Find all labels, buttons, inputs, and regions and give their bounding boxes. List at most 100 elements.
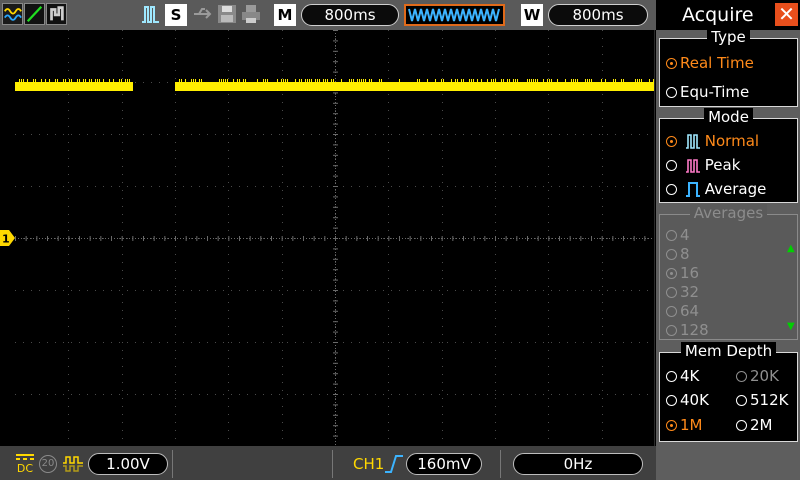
radio-icon [736, 371, 747, 382]
rising-edge-icon[interactable] [384, 453, 404, 475]
averages-option-8: 8 [666, 245, 690, 263]
close-icon: ✕ [778, 2, 795, 26]
trace-noise [601, 79, 602, 82]
trace-noise [419, 79, 420, 82]
print-icon[interactable] [240, 3, 262, 25]
mem-depth-option-4k[interactable]: 4K [666, 367, 699, 385]
close-button[interactable]: ✕ [775, 3, 798, 26]
trace-noise [549, 79, 550, 82]
mode-option-normal[interactable]: Normal [666, 132, 759, 150]
trace-noise [325, 79, 326, 82]
mode-option-average[interactable]: Average [666, 180, 766, 198]
window-timebase-value[interactable]: 800ms [548, 4, 648, 26]
trace-noise [237, 79, 238, 82]
trace-noise [35, 79, 36, 82]
trace-noise [653, 79, 654, 82]
trace-noise [615, 79, 616, 82]
window-timebase-badge: W [521, 4, 543, 26]
trace-noise [41, 79, 42, 82]
mem-depth-option-40k[interactable]: 40K [666, 391, 709, 409]
trace-noise [33, 79, 34, 82]
mode-group[interactable]: Mode Normal Peak Average [659, 108, 798, 203]
coupling-indicator[interactable]: DC [15, 452, 35, 476]
trace-noise [85, 79, 86, 82]
type-option-equ-time[interactable]: Equ-Time [666, 83, 749, 101]
peak-mode-icon [685, 159, 700, 173]
trace-noise [361, 79, 362, 82]
waveform-display[interactable] [15, 30, 655, 446]
trace-noise [477, 79, 478, 82]
trace-noise [99, 79, 100, 82]
trace-noise [119, 79, 120, 82]
radio-icon [666, 230, 677, 241]
usb-icon [192, 3, 214, 25]
ch1-level-marker[interactable]: 1 [0, 230, 15, 246]
trace-noise [181, 79, 182, 82]
trace-noise [95, 79, 96, 82]
trace-noise [311, 79, 312, 82]
trace-noise [299, 79, 300, 82]
trace-noise [517, 79, 518, 82]
averages-option-4: 4 [666, 226, 690, 244]
trace-noise [435, 79, 436, 82]
trace-segment [15, 82, 133, 91]
mem-depth-group[interactable]: Mem Depth 4K 20K 40K 512K 1M 2M [659, 342, 798, 442]
trace-noise [565, 79, 566, 82]
trace-noise [227, 79, 228, 82]
trace-noise [69, 79, 70, 82]
divider [172, 450, 173, 478]
trace-noise [79, 79, 80, 82]
trace-noise [351, 79, 352, 82]
divider [332, 450, 333, 478]
trace-noise [623, 79, 624, 82]
trace-noise [535, 79, 536, 82]
ch1-volts-per-div[interactable]: 1.00V [88, 453, 168, 475]
mem-depth-option-2m[interactable]: 2M [736, 416, 773, 434]
type-option-real-time[interactable]: Real Time [666, 54, 754, 72]
trigger-source: CH1 [353, 455, 385, 473]
waveform-icon[interactable] [2, 3, 23, 25]
trace-noise [417, 79, 418, 82]
trigger-mode-icon[interactable] [140, 3, 162, 25]
trace-noise [461, 79, 462, 82]
mode-option-peak[interactable]: Peak [666, 156, 740, 174]
main-timebase-value[interactable]: 800ms [301, 4, 399, 26]
memory-position-indicator[interactable] [404, 4, 505, 26]
trace-noise [265, 79, 266, 82]
bandwidth-limit-indicator[interactable]: 20 [39, 455, 57, 473]
trace-noise [179, 79, 180, 82]
save-icon[interactable] [216, 3, 238, 25]
trace-noise [307, 79, 308, 82]
xy-mode-icon[interactable] [24, 3, 45, 25]
trace-noise [441, 79, 442, 82]
bottom-status-bar: DC 20 1.00V CH1 160mV 0Hz [0, 446, 656, 480]
persist-icon[interactable] [46, 3, 67, 25]
trace-noise [471, 79, 472, 82]
trace-noise [359, 79, 360, 82]
trace-noise [83, 79, 84, 82]
trace-noise [127, 79, 128, 82]
radio-icon [666, 184, 677, 195]
trace-noise [357, 79, 358, 82]
mem-depth-group-title: Mem Depth [680, 342, 777, 360]
trace-noise [323, 79, 324, 82]
trace-noise [239, 79, 240, 82]
averages-option-32: 32 [666, 283, 699, 301]
trace-noise [331, 79, 332, 82]
trigger-level-value[interactable]: 160mV [406, 453, 482, 475]
coupling-label: DC [16, 462, 34, 475]
grid-dot [654, 238, 655, 239]
trace-noise [509, 79, 510, 82]
trace-noise [379, 79, 380, 82]
trace-noise [109, 79, 110, 82]
mem-depth-option-512k[interactable]: 512K [736, 391, 788, 409]
trace-noise [531, 79, 532, 82]
trace-noise [491, 79, 492, 82]
trace-noise [23, 79, 24, 82]
trace-noise [287, 79, 288, 82]
invert-icon[interactable] [62, 455, 84, 473]
trace-noise [635, 79, 636, 82]
trace-noise [503, 79, 504, 82]
mem-depth-option-1m[interactable]: 1M [666, 416, 703, 434]
type-group[interactable]: Type Real Time Equ-Time [659, 28, 798, 107]
